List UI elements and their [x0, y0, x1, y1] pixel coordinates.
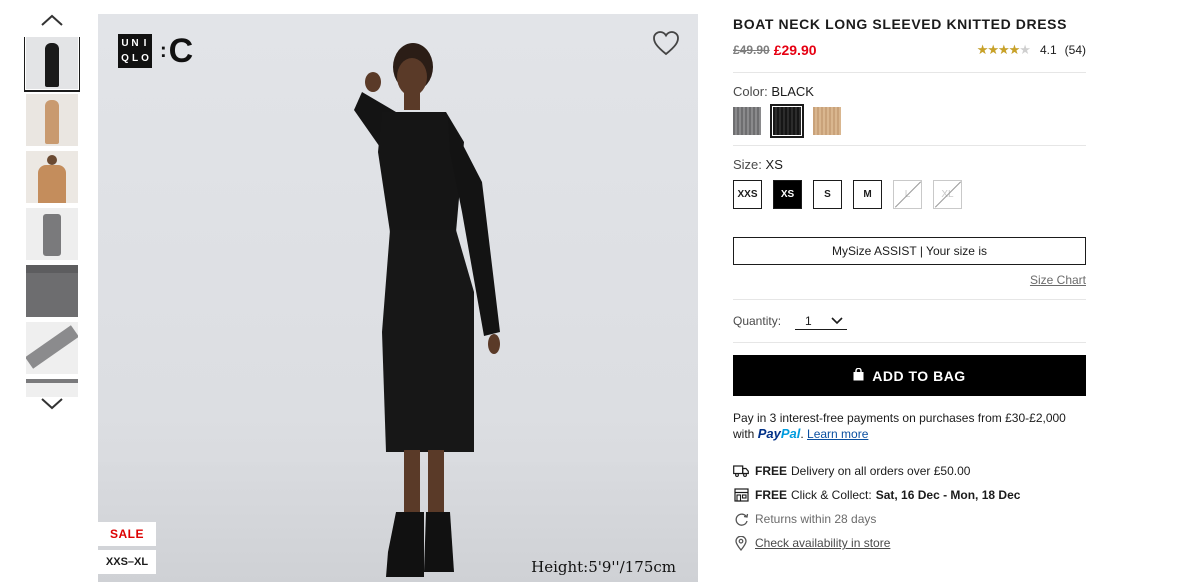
- paypal-with: with: [733, 427, 755, 441]
- returns-icon: [733, 511, 749, 527]
- quantity-label: Quantity:: [733, 314, 782, 328]
- rating-summary[interactable]: ★★★★★ ★★★★★ 4.1 (54): [977, 42, 1086, 58]
- divider: [733, 145, 1086, 146]
- logo-colon: :: [160, 40, 167, 62]
- original-price: £49.90: [733, 43, 770, 57]
- logo-letter: O: [141, 53, 149, 64]
- divider: [733, 72, 1086, 73]
- paypal-installments: Pay in 3 interest-free payments on purch…: [733, 410, 1086, 442]
- size-option-s[interactable]: S: [813, 180, 842, 209]
- size-chart-link[interactable]: Size Chart: [1030, 273, 1086, 287]
- collect-bold: FREE: [755, 488, 788, 502]
- mysize-assist-button[interactable]: MySize ASSIST | Your size is: [733, 237, 1086, 265]
- logo-c-mark: :C: [160, 34, 193, 68]
- delivery-info-list: FREE Delivery on all orders over £50.00 …: [733, 460, 1086, 554]
- delivery-bold: FREE: [755, 464, 788, 478]
- thumbnail-4[interactable]: [26, 208, 78, 260]
- size-label-text: Size:: [733, 157, 762, 172]
- thumbnail-rail: [22, 10, 82, 420]
- logo-letter: I: [143, 38, 147, 49]
- thumbnail-list: [24, 37, 80, 397]
- quantity-value: 1: [805, 313, 812, 328]
- thumbnail-1[interactable]: [24, 37, 80, 92]
- main-product-image[interactable]: U N I Q L O :C SALE XXS–XL Height:5'9''/…: [98, 14, 698, 582]
- divider: [733, 342, 1086, 343]
- swatch-grey[interactable]: [733, 107, 761, 135]
- swatch-beige[interactable]: [813, 107, 841, 135]
- swatch-black[interactable]: [770, 104, 804, 138]
- add-to-bag-label: ADD TO BAG: [872, 367, 966, 384]
- thumbnail-3[interactable]: [26, 151, 78, 203]
- logo-letter: U: [121, 38, 129, 49]
- size-option-xxs[interactable]: XXS: [733, 180, 762, 209]
- size-range-badge: XXS–XL: [98, 550, 156, 574]
- size-chart-row: Size Chart: [733, 271, 1086, 289]
- color-label: Color: BLACK: [733, 83, 1086, 101]
- logo-letter: Q: [121, 53, 129, 64]
- returns-row: Returns within 28 days: [733, 508, 1086, 530]
- product-page: U N I Q L O :C SALE XXS–XL Height:5'9''/…: [0, 0, 1200, 582]
- thumbnail-2[interactable]: [26, 94, 78, 146]
- chevron-down-icon[interactable]: [38, 394, 66, 414]
- store-icon: [733, 487, 749, 503]
- paypal-logo-pay: Pay: [757, 426, 781, 441]
- returns-text: Returns within 28 days: [755, 512, 877, 526]
- color-selected-value: BLACK: [771, 84, 814, 99]
- sale-badge: SALE: [98, 522, 156, 546]
- size-option-xs[interactable]: XS: [773, 180, 802, 209]
- chevron-up-icon[interactable]: [38, 10, 66, 30]
- quantity-row: Quantity: 1: [733, 310, 1086, 332]
- store-availability-row: Check availability in store: [733, 532, 1086, 554]
- bag-icon: [853, 367, 864, 384]
- divider: [733, 299, 1086, 300]
- truck-icon: [733, 463, 749, 479]
- size-selected-value: XS: [765, 157, 783, 172]
- thumbnail-5[interactable]: [26, 265, 78, 317]
- size-option-l[interactable]: L: [893, 180, 922, 209]
- rating-count: (54): [1064, 43, 1086, 57]
- heart-icon[interactable]: [652, 30, 682, 58]
- size-option-xl[interactable]: XL: [933, 180, 962, 209]
- paypal-logo-pal: Pal: [780, 426, 801, 441]
- model-figure: [354, 43, 500, 577]
- click-collect-row: FREE Click & Collect: Sat, 16 Dec - Mon,…: [733, 484, 1086, 506]
- sale-price: £29.90: [773, 42, 817, 58]
- logo-letter: N: [131, 38, 139, 49]
- location-pin-icon: [733, 535, 749, 551]
- paypal-line-2: with PayPal. Learn more: [733, 426, 1086, 442]
- stars-filled: ★★★★★: [976, 42, 1021, 57]
- size-label: Size: XS: [733, 156, 1086, 174]
- color-swatches: [733, 104, 1086, 138]
- model-height-caption: Height:5'9''/175cm: [531, 558, 676, 576]
- delivery-text: Delivery on all orders over £50.00: [791, 464, 971, 478]
- collect-text: Click & Collect:: [791, 488, 872, 502]
- quantity-select[interactable]: 1: [795, 312, 848, 330]
- product-title: BOAT NECK LONG SLEEVED KNITTED DRESS: [733, 16, 1068, 32]
- star-rating-icon: ★★★★★ ★★★★★: [976, 42, 1031, 58]
- product-details-panel: BOAT NECK LONG SLEEVED KNITTED DRESS £49…: [733, 14, 1086, 556]
- paypal-text-line: Pay in 3 interest-free payments on purch…: [733, 411, 1066, 425]
- check-store-link[interactable]: Check availability in store: [755, 536, 890, 550]
- uniqlo-c-logo: U N I Q L O :C: [118, 34, 193, 68]
- paypal-logo: PayPal: [758, 426, 801, 441]
- rating-value: 4.1: [1039, 43, 1057, 57]
- uniqlo-logo-mark: U N I Q L O: [118, 34, 152, 68]
- paypal-dot: .: [800, 427, 804, 441]
- thumbnail-6[interactable]: [26, 322, 78, 374]
- collect-dates: Sat, 16 Dec - Mon, 18 Dec: [875, 488, 1021, 502]
- logo-letter: L: [131, 53, 139, 64]
- color-label-text: Color:: [733, 84, 768, 99]
- add-to-bag-button[interactable]: ADD TO BAG: [733, 355, 1086, 396]
- free-delivery-row: FREE Delivery on all orders over £50.00: [733, 460, 1086, 482]
- chevron-down-icon: [831, 314, 843, 328]
- logo-c-letter: C: [168, 32, 194, 70]
- size-options: XXS XS S M L XL: [733, 180, 1086, 209]
- price-row: £49.90 £29.90 ★★★★★ ★★★★★ 4.1 (54): [733, 38, 1086, 62]
- learn-more-link[interactable]: Learn more: [807, 427, 868, 441]
- size-option-m[interactable]: M: [853, 180, 882, 209]
